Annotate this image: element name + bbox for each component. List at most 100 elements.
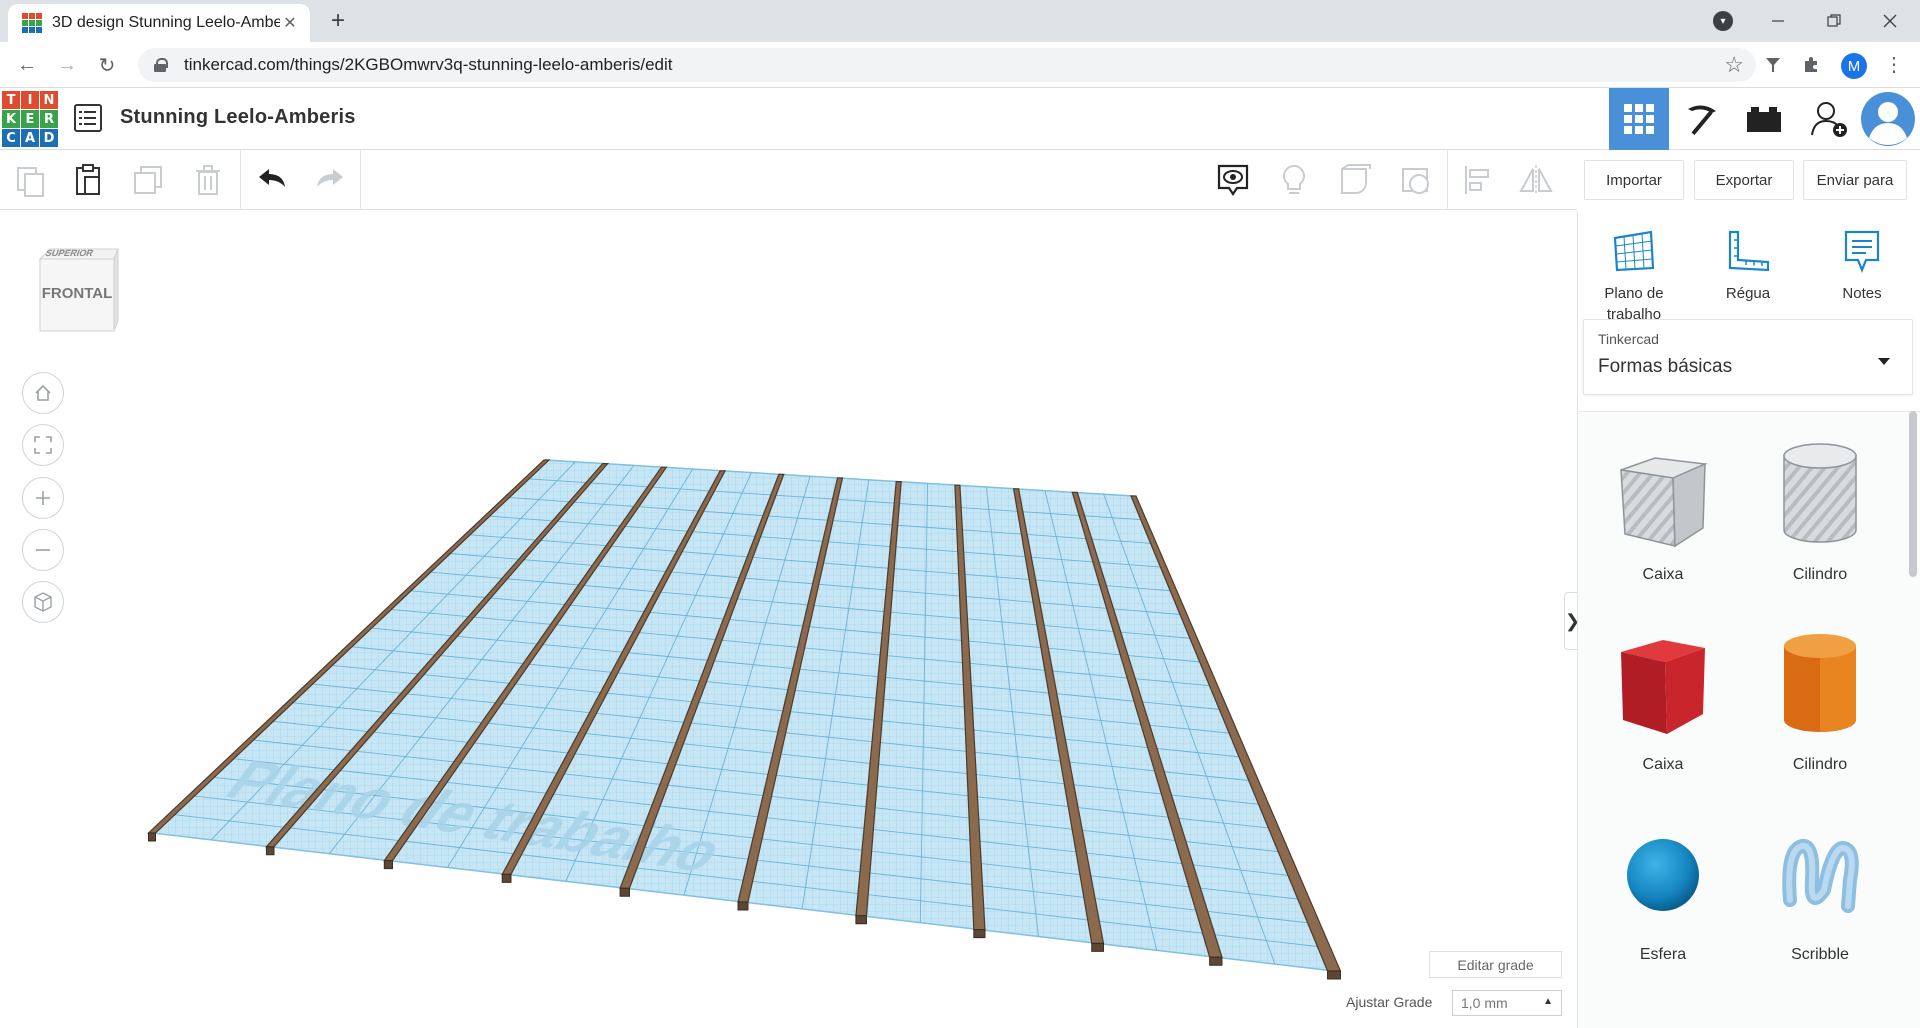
new-tab-button[interactable]: + <box>324 8 352 36</box>
copy-icon[interactable] <box>10 160 50 200</box>
toolbar-separator <box>1447 150 1448 210</box>
ruler-tool[interactable]: Régua <box>1698 225 1798 304</box>
align-icon[interactable] <box>1457 160 1497 200</box>
shape-scribble[interactable]: Scribble <box>1745 810 1895 990</box>
view-cube-top-label[interactable]: SUPERIOR <box>44 248 95 258</box>
tab-search-icon[interactable]: ▾ <box>1713 11 1733 31</box>
library-name: Formas básicas <box>1598 356 1733 377</box>
home-view-icon[interactable] <box>22 372 64 414</box>
snap-grid-label: Ajustar Grade <box>1346 994 1433 1010</box>
light-bulb-icon[interactable] <box>1274 160 1314 200</box>
striped-box-hole-icon <box>1588 430 1738 560</box>
notes-tool[interactable]: Notes <box>1812 225 1912 304</box>
snap-grid-value: 1,0 mm <box>1461 995 1508 1011</box>
view-cube-front-label[interactable]: FRONTAL <box>40 285 114 302</box>
back-icon[interactable]: ← <box>12 50 42 80</box>
shape-box[interactable]: Caixa <box>1588 620 1738 800</box>
forward-icon[interactable]: → <box>52 50 82 80</box>
scribble-icon <box>1745 810 1895 940</box>
design-list-icon[interactable] <box>74 104 102 132</box>
redo-icon[interactable] <box>310 160 350 200</box>
solid-icon[interactable] <box>1335 160 1375 200</box>
logo-letter: D <box>40 129 58 147</box>
logo-letter: R <box>40 110 58 128</box>
shape-label: Scribble <box>1791 946 1849 963</box>
workplane-tool-label: Plano de trabalho <box>1604 285 1664 323</box>
browser-menu-icon[interactable]: ⋮ <box>1884 52 1904 78</box>
duplicate-icon[interactable] <box>128 160 168 200</box>
logo-letter: E <box>21 110 39 128</box>
workplane-tool[interactable]: Plano de trabalho <box>1584 225 1684 325</box>
toolbar-separator <box>240 150 241 210</box>
paste-icon[interactable] <box>68 160 108 200</box>
bookmark-star-icon[interactable]: ☆ <box>1724 52 1744 78</box>
logo-letter: N <box>40 91 58 109</box>
shape-cylinder[interactable]: Cilindro <box>1745 620 1895 800</box>
browser-tab[interactable]: 3D design Stunning Leelo-Amberis ✕ <box>8 4 310 42</box>
toolbar-separator <box>360 150 361 210</box>
delete-icon[interactable] <box>188 160 228 200</box>
browser-toolbar: ← → ↻ tinkercad.com/things/2KGBOmwrv3q-s… <box>0 42 1920 88</box>
collapse-panel-icon[interactable]: ❯ <box>1564 592 1577 650</box>
snap-grid-caret-icon: ▲ <box>1543 996 1553 1007</box>
extensions-puzzle-icon[interactable] <box>1800 54 1822 76</box>
tab-title: 3D design Stunning Leelo-Amberis <box>52 14 280 31</box>
logo-letter: A <box>21 129 39 147</box>
add-user-icon[interactable] <box>1800 88 1860 150</box>
orange-cylinder-icon <box>1745 620 1895 750</box>
url-text[interactable]: tinkercad.com/things/2KGBOmwrv3q-stunnin… <box>184 55 672 75</box>
undo-icon[interactable] <box>252 160 292 200</box>
zoom-out-icon[interactable] <box>22 529 64 571</box>
tab-close-icon[interactable]: ✕ <box>280 13 300 33</box>
export-button[interactable]: Exportar <box>1694 160 1794 200</box>
edit-toolbar <box>0 150 1577 210</box>
red-box-icon <box>1588 620 1738 750</box>
view-cube[interactable]: SUPERIOR FRONTAL <box>34 245 119 341</box>
hole-icon[interactable] <box>1396 160 1436 200</box>
fit-view-icon[interactable] <box>22 424 64 466</box>
zoom-in-icon[interactable] <box>22 477 64 519</box>
shape-box-hole[interactable]: Caixa <box>1588 430 1738 610</box>
perspective-icon[interactable] <box>22 581 64 623</box>
lock-icon[interactable] <box>154 58 168 72</box>
profile-avatar[interactable]: M <box>1841 53 1867 79</box>
address-bar[interactable]: tinkercad.com/things/2KGBOmwrv3q-stunnin… <box>138 48 1756 82</box>
reload-icon[interactable]: ↻ <box>92 50 122 80</box>
close-window-icon[interactable] <box>1862 0 1918 42</box>
3d-viewport[interactable]: Plano de trabalho SUPERIOR FRONTAL ❯ Edi… <box>0 211 1577 1028</box>
app-header: T I N K E R C A D Stunning Leelo-Amberis <box>0 88 1920 150</box>
restore-icon[interactable] <box>1806 0 1862 42</box>
3d-view-grid-icon[interactable] <box>1609 88 1669 150</box>
ruler-tool-label: Régua <box>1725 285 1771 302</box>
ruler-icon <box>1698 225 1798 277</box>
logo-letter: K <box>2 110 20 128</box>
logo-letter: T <box>2 91 20 109</box>
shape-sphere[interactable]: Esfera <box>1588 810 1738 990</box>
edit-grid-button[interactable]: Editar grade <box>1429 951 1562 978</box>
browser-tab-strip: 3D design Stunning Leelo-Amberis ✕ + ▾ <box>0 0 1920 42</box>
shape-cylinder-hole[interactable]: Cilindro <box>1745 430 1895 610</box>
workplane-scene[interactable]: Plano de trabalho <box>0 211 1577 1028</box>
shapes-grid: Caixa Cilindro Caixa Cilindro Esfera Scr… <box>1578 411 1920 1028</box>
send-to-button[interactable]: Enviar para <box>1803 160 1907 200</box>
pickaxe-icon[interactable] <box>1672 88 1732 150</box>
snap-grid-select[interactable]: 1,0 mm ▲ <box>1452 990 1562 1016</box>
blue-sphere-icon <box>1588 810 1738 940</box>
logo-letter: C <box>2 129 20 147</box>
brick-icon[interactable] <box>1734 88 1794 150</box>
show-all-icon[interactable] <box>1213 160 1253 200</box>
tinkercad-favicon-icon <box>22 13 42 33</box>
extension-filter-icon[interactable] <box>1762 54 1784 76</box>
chevron-down-icon <box>1878 358 1890 365</box>
tinkercad-logo[interactable]: T I N K E R C A D <box>2 91 58 147</box>
shapes-panel: Plano de trabalho Régua Notes Tinkercad … <box>1577 211 1920 1028</box>
minimize-icon[interactable] <box>1750 0 1806 42</box>
panel-scrollbar[interactable] <box>1909 411 1917 577</box>
shape-library-select[interactable]: Tinkercad Formas básicas <box>1583 319 1913 395</box>
design-title[interactable]: Stunning Leelo-Amberis <box>120 106 356 129</box>
logo-letter: I <box>21 91 39 109</box>
user-avatar-icon[interactable] <box>1858 88 1918 150</box>
mirror-icon[interactable] <box>1516 160 1556 200</box>
shape-label: Cilindro <box>1792 756 1848 773</box>
import-button[interactable]: Importar <box>1584 160 1684 200</box>
